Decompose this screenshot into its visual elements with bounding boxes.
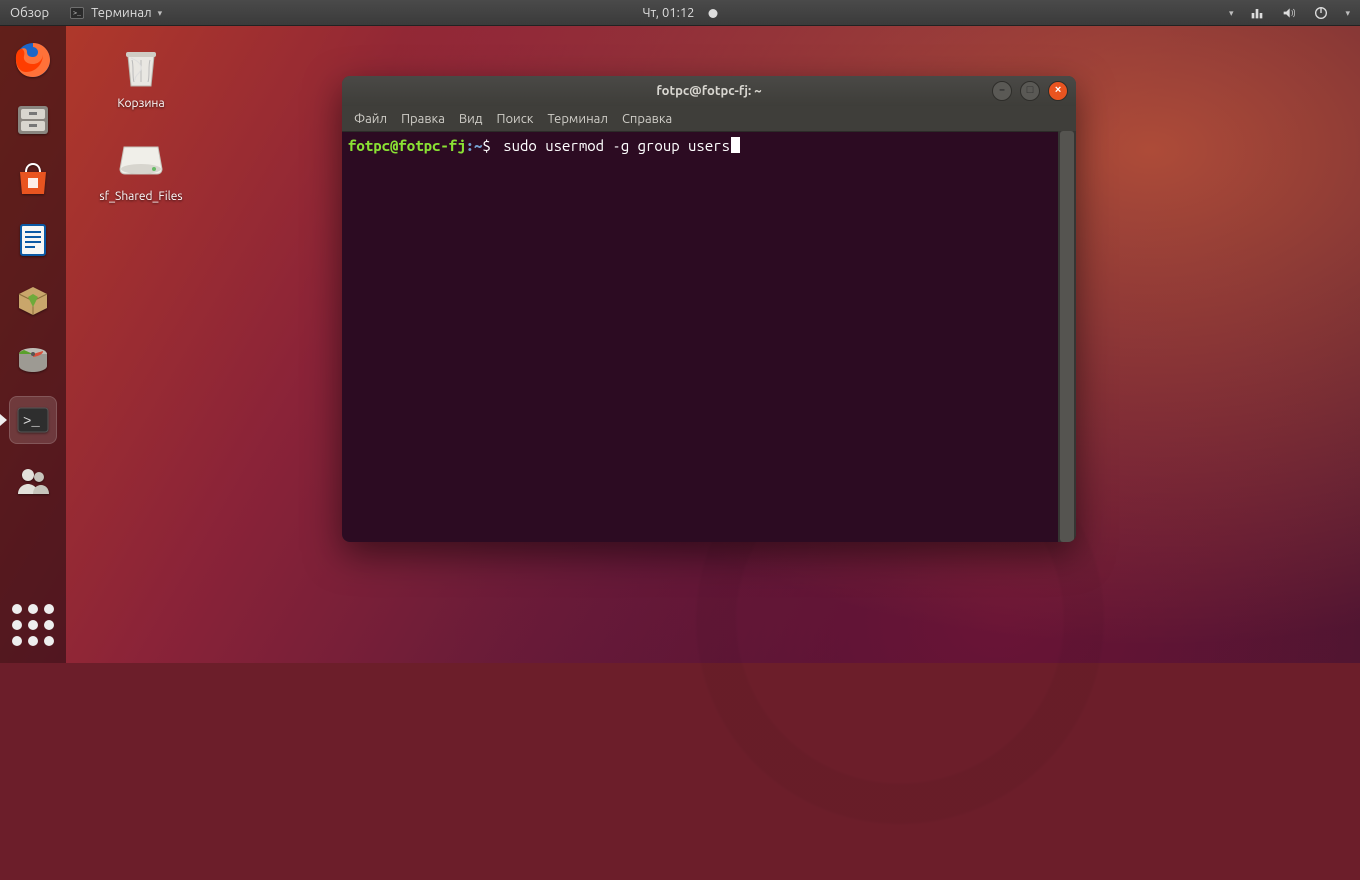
menu-search[interactable]: Поиск [496, 112, 533, 126]
dock-item-terminal[interactable]: >_ [9, 396, 57, 444]
terminal-window[interactable]: fotpc@fotpc-fj: ~ – □ × Файл Правка Вид … [342, 76, 1076, 542]
window-close-button[interactable]: × [1048, 81, 1068, 101]
chevron-down-icon: ▾ [158, 8, 163, 19]
file-cabinet-icon [13, 100, 53, 140]
window-title: fotpc@fotpc-fj: ~ [656, 84, 761, 98]
app-menu[interactable]: >_ Терминал ▾ [59, 0, 172, 26]
terminal-scrollbar[interactable] [1058, 131, 1076, 542]
desktop-icons-area: Корзина sf_Shared_Files [86, 40, 196, 204]
dock-item-firefox[interactable] [9, 36, 57, 84]
dock-item-software[interactable] [9, 156, 57, 204]
show-applications-button[interactable] [9, 601, 57, 649]
terminal-output[interactable]: fotpc@fotpc-fj:~$ sudo usermod -g group … [342, 132, 1076, 542]
menu-terminal[interactable]: Терминал [547, 112, 607, 126]
menu-view[interactable]: Вид [459, 112, 483, 126]
package-icon [13, 280, 53, 320]
svg-text:>_: >_ [73, 9, 81, 17]
dock-item-archive[interactable] [9, 276, 57, 324]
terminal-icon: >_ [69, 5, 85, 21]
menu-file[interactable]: Файл [354, 112, 387, 126]
window-maximize-button[interactable]: □ [1020, 81, 1040, 101]
terminal-command: sudo usermod -g group users [503, 137, 730, 154]
window-titlebar[interactable]: fotpc@fotpc-fj: ~ – □ × [342, 76, 1076, 106]
desktop-icon-label: Корзина [117, 97, 164, 111]
network-icon[interactable] [1249, 5, 1265, 21]
menu-edit[interactable]: Правка [401, 112, 445, 126]
terminal-menubar: Файл Правка Вид Поиск Терминал Справка [342, 106, 1076, 132]
prompt-user: fotpc@fotpc-fj [348, 137, 466, 154]
external-drive-icon [114, 133, 168, 187]
top-panel: Обзор >_ Терминал ▾ Чт, 01:12 ▾ ▾ [0, 0, 1360, 26]
notification-dot-icon [708, 9, 717, 18]
disk-usage-icon [13, 340, 53, 380]
scrollbar-thumb[interactable] [1060, 131, 1074, 542]
document-icon [13, 220, 53, 260]
trash-icon [114, 40, 168, 94]
desktop-icon-trash[interactable]: Корзина [86, 40, 196, 111]
power-icon[interactable] [1313, 5, 1329, 21]
app-menu-label: Терминал [91, 6, 151, 20]
text-cursor [731, 137, 740, 153]
activities-label: Обзор [10, 6, 49, 20]
svg-text:>_: >_ [23, 414, 40, 430]
activities-button[interactable]: Обзор [0, 0, 59, 26]
window-minimize-button[interactable]: – [992, 81, 1012, 101]
firefox-icon [13, 40, 53, 80]
dock-item-files[interactable] [9, 96, 57, 144]
dock-item-writer[interactable] [9, 216, 57, 264]
apps-grid-icon [12, 604, 54, 646]
desktop-icon-label: sf_Shared_Files [99, 190, 182, 204]
prompt-sep: : [466, 137, 474, 154]
dock-item-users[interactable] [9, 456, 57, 504]
minimize-icon: – [999, 86, 1006, 97]
shopping-bag-icon [13, 160, 53, 200]
system-chevron-icon[interactable]: ▾ [1345, 8, 1350, 19]
menu-help[interactable]: Справка [622, 112, 672, 126]
terminal-icon: >_ [13, 400, 53, 440]
clock-label: Чт, 01:12 [643, 6, 695, 20]
close-icon: × [1055, 86, 1062, 97]
volume-icon[interactable] [1281, 5, 1297, 21]
dock: >_ [0, 26, 66, 663]
clock-area[interactable]: Чт, 01:12 [643, 6, 718, 20]
desktop-icon-shared-folder[interactable]: sf_Shared_Files [86, 133, 196, 204]
maximize-icon: □ [1027, 86, 1034, 97]
indicator-chevron-icon[interactable]: ▾ [1229, 8, 1234, 19]
users-icon [13, 460, 53, 500]
dock-item-disks[interactable] [9, 336, 57, 384]
prompt-end: $ [482, 137, 490, 154]
